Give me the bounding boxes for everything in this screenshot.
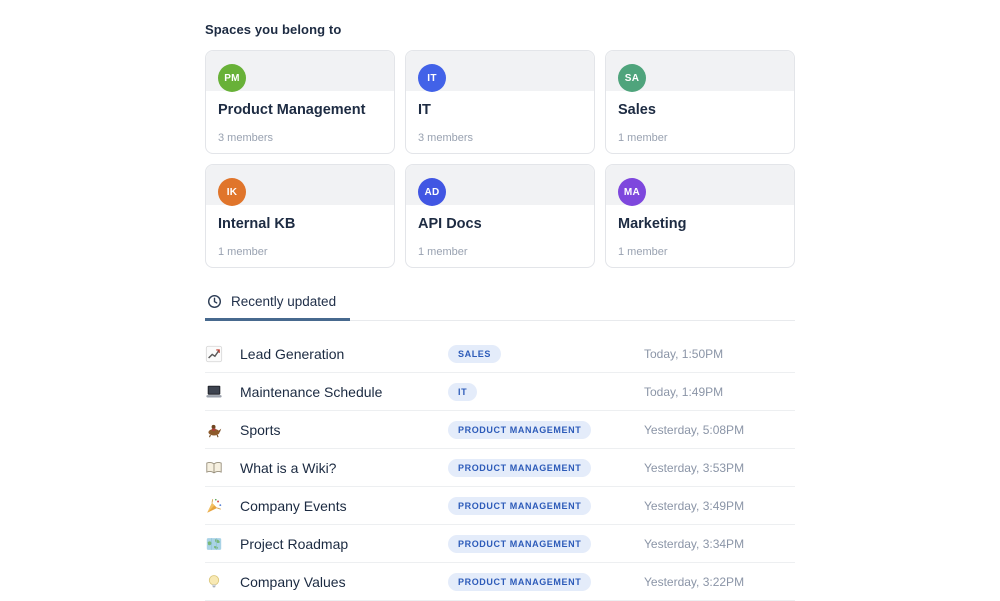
- page-title-text: Maintenance Schedule: [240, 384, 448, 400]
- space-badge[interactable]: PRODUCT MANAGEMENT: [448, 421, 591, 439]
- space-name: Product Management: [218, 102, 382, 118]
- updated-time: Yesterday, 5:08PM: [644, 423, 795, 437]
- recent-page-row[interactable]: Lead Generation SALES Today, 1:50PM: [205, 335, 795, 373]
- space-avatar: IT: [418, 64, 446, 92]
- tabs-bar: Recently updated: [205, 294, 795, 321]
- space-name: Marketing: [618, 216, 782, 232]
- space-avatar: SA: [618, 64, 646, 92]
- space-member-count: 3 members: [418, 132, 582, 144]
- space-card[interactable]: IT IT 3 members: [405, 50, 595, 154]
- space-member-count: 3 members: [218, 132, 382, 144]
- page-title: Spaces you belong to: [205, 0, 795, 37]
- recent-page-row[interactable]: Company Values PRODUCT MANAGEMENT Yester…: [205, 563, 795, 601]
- page-title-text: Company Events: [240, 498, 448, 514]
- updated-time: Yesterday, 3:53PM: [644, 461, 795, 475]
- open-book-icon: [205, 459, 223, 477]
- page-title-text: Lead Generation: [240, 346, 448, 362]
- space-avatar: MA: [618, 178, 646, 206]
- recent-page-row[interactable]: Company Events PRODUCT MANAGEMENT Yester…: [205, 487, 795, 525]
- light-bulb-icon: [205, 573, 223, 591]
- space-badge[interactable]: SALES: [448, 345, 501, 363]
- space-card[interactable]: PM Product Management 3 members: [205, 50, 395, 154]
- page-title-text: Project Roadmap: [240, 536, 448, 552]
- horse-racing-icon: [205, 421, 223, 439]
- space-avatar: IK: [218, 178, 246, 206]
- space-avatar: PM: [218, 64, 246, 92]
- page-title-text: What is a Wiki?: [240, 460, 448, 476]
- updated-time: Yesterday, 3:22PM: [644, 575, 795, 589]
- tab-label: Recently updated: [231, 294, 336, 309]
- page-title-text: Company Values: [240, 574, 448, 590]
- updated-time: Today, 1:50PM: [644, 347, 795, 361]
- space-badge[interactable]: PRODUCT MANAGEMENT: [448, 573, 591, 591]
- space-name: API Docs: [418, 216, 582, 232]
- laptop-icon: [205, 383, 223, 401]
- recent-page-row[interactable]: What is a Wiki? PRODUCT MANAGEMENT Yeste…: [205, 449, 795, 487]
- space-member-count: 1 member: [618, 132, 782, 144]
- space-card[interactable]: IK Internal KB 1 member: [205, 164, 395, 268]
- clock-icon: [207, 294, 222, 309]
- updated-time: Today, 1:49PM: [644, 385, 795, 399]
- updated-time: Yesterday, 3:34PM: [644, 537, 795, 551]
- space-name: Sales: [618, 102, 782, 118]
- updated-time: Yesterday, 3:49PM: [644, 499, 795, 513]
- space-badge[interactable]: PRODUCT MANAGEMENT: [448, 497, 591, 515]
- tab-recently-updated[interactable]: Recently updated: [205, 294, 350, 321]
- recent-page-row[interactable]: Project Roadmap PRODUCT MANAGEMENT Yeste…: [205, 525, 795, 563]
- spaces-grid: PM Product Management 3 members IT IT 3 …: [205, 50, 795, 268]
- space-card[interactable]: SA Sales 1 member: [605, 50, 795, 154]
- world-map-icon: [205, 535, 223, 553]
- space-card[interactable]: AD API Docs 1 member: [405, 164, 595, 268]
- space-member-count: 1 member: [218, 246, 382, 258]
- space-member-count: 1 member: [618, 246, 782, 258]
- space-member-count: 1 member: [418, 246, 582, 258]
- recent-page-row[interactable]: Maintenance Schedule IT Today, 1:49PM: [205, 373, 795, 411]
- space-avatar: AD: [418, 178, 446, 206]
- main-content: Spaces you belong to PM Product Manageme…: [205, 0, 795, 601]
- space-name: Internal KB: [218, 216, 382, 232]
- space-badge[interactable]: PRODUCT MANAGEMENT: [448, 535, 591, 553]
- recently-updated-list: Lead Generation SALES Today, 1:50PM Main…: [205, 335, 795, 601]
- space-badge[interactable]: IT: [448, 383, 477, 401]
- recent-page-row[interactable]: Sports PRODUCT MANAGEMENT Yesterday, 5:0…: [205, 411, 795, 449]
- chart-increasing-icon: [205, 345, 223, 363]
- party-popper-icon: [205, 497, 223, 515]
- page-title-text: Sports: [240, 422, 448, 438]
- space-card[interactable]: MA Marketing 1 member: [605, 164, 795, 268]
- space-badge[interactable]: PRODUCT MANAGEMENT: [448, 459, 591, 477]
- space-name: IT: [418, 102, 582, 118]
